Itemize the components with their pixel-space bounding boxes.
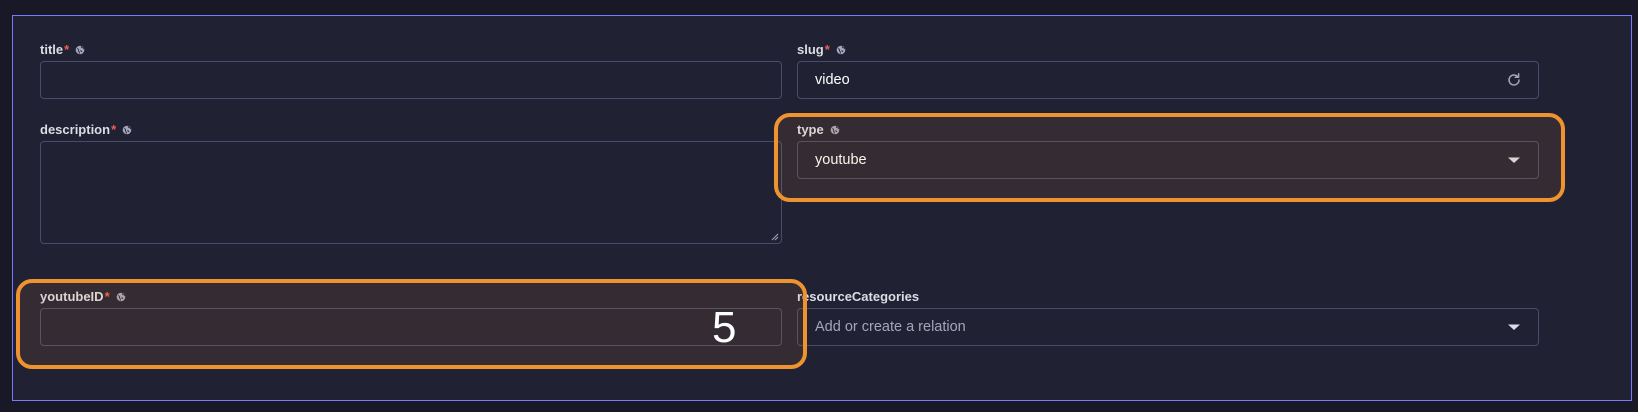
youtube-id-label: youtubeID * xyxy=(40,289,126,305)
globe-icon xyxy=(75,45,85,55)
caret-down-icon[interactable] xyxy=(1506,152,1522,168)
globe-icon xyxy=(122,125,132,135)
refresh-icon[interactable] xyxy=(1506,72,1522,88)
caret-down-icon[interactable] xyxy=(1506,319,1522,335)
description-label: description * xyxy=(40,122,132,138)
title-input[interactable] xyxy=(40,61,782,99)
slug-label: slug * xyxy=(797,42,846,58)
globe-icon xyxy=(116,292,125,302)
annotation-marker: 5 xyxy=(712,303,737,352)
youtube-id-input[interactable] xyxy=(40,308,782,346)
edit-form: title * slug * video description * type you… xyxy=(12,15,1632,401)
globe-icon xyxy=(836,45,846,55)
type-select[interactable]: youtube xyxy=(797,141,1539,179)
resource-categories-label: resourceCategories xyxy=(797,289,920,304)
globe-icon xyxy=(830,125,840,135)
resize-handle-icon[interactable] xyxy=(771,233,779,241)
title-label: title * xyxy=(40,42,85,58)
slug-input[interactable]: video xyxy=(797,61,1539,99)
type-label: type xyxy=(797,122,840,138)
description-textarea[interactable] xyxy=(40,141,782,244)
resource-categories-select[interactable]: Add or create a relation xyxy=(797,308,1539,346)
